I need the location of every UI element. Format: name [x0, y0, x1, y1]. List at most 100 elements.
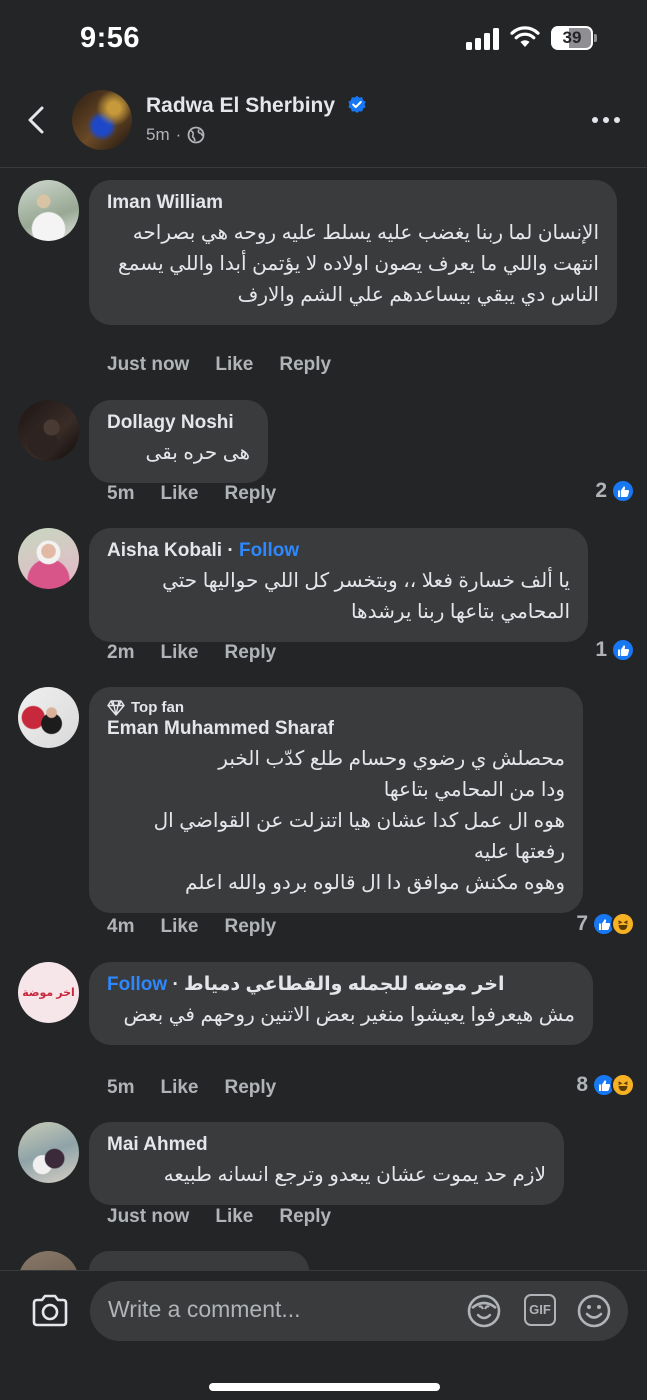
status-bar: 9:56 39 — [0, 0, 647, 80]
like-reaction-icon — [611, 638, 635, 662]
top-fan-badge: Top fan — [107, 699, 565, 716]
author-avatar[interactable] — [72, 90, 132, 150]
like-button[interactable]: Like — [160, 1077, 198, 1099]
comment-bubble: Dollagy Noshi هى حره بقى — [89, 400, 268, 483]
comment-text: الإنسان لما ربنا يغضب عليه يسلط عليه روح… — [118, 222, 599, 306]
comment-text: هى حره بقى — [145, 442, 250, 464]
commenter-avatar[interactable] — [18, 1122, 79, 1183]
like-button[interactable]: Like — [215, 1206, 253, 1228]
commenter-name[interactable]: Iman William — [107, 192, 599, 214]
comment-actions: 5m Like Reply — [107, 483, 302, 505]
comment-bubble: Top fan Eman Muhammed Sharaf محصلش ي رضو… — [89, 687, 583, 913]
comment-reactions[interactable]: 8 — [576, 1073, 635, 1097]
post-meta: 5m · — [146, 125, 205, 145]
reaction-count: 7 — [576, 912, 588, 935]
like-button[interactable]: Like — [160, 483, 198, 505]
like-button[interactable]: Like — [160, 916, 198, 938]
comment-actions: 2m Like Reply — [107, 642, 302, 664]
comment-bubble: Aisha Kobali · Follow يا ألف خسارة فعلا … — [89, 528, 588, 642]
comment-text: يا ألف خسارة فعلا ،، وبتخسر كل اللي حوال… — [162, 570, 570, 623]
commenter-name-text[interactable]: اخر موضه للجمله والقطاعي دمياط — [184, 974, 504, 995]
comment-time: 4m — [107, 916, 135, 937]
reaction-count: 8 — [576, 1073, 588, 1096]
chevron-left-icon[interactable] — [22, 100, 52, 140]
comment-time: 5m — [107, 483, 135, 504]
comment-text-line: محصلش ي رضوي وحسام طلع كدّب الخبر — [218, 748, 565, 770]
gif-button[interactable]: GIF — [524, 1294, 556, 1326]
comment-text: محصلش ي رضوي وحسام طلع كدّب الخبر ودا من… — [107, 744, 565, 899]
reply-button[interactable]: Reply — [225, 1077, 277, 1099]
comment-reactions[interactable]: 7 — [576, 912, 635, 936]
wifi-icon — [510, 26, 540, 47]
commenter-name[interactable]: Eman Muhammed Sharaf — [107, 718, 565, 740]
top-fan-label: Top fan — [131, 699, 185, 716]
reply-button[interactable]: Reply — [225, 916, 277, 938]
avatar-sticker-icon[interactable] — [466, 1293, 502, 1329]
comments-list: Iman William الإنسان لما ربنا يغضب عليه … — [0, 168, 647, 1270]
haha-reaction-icon — [611, 912, 635, 936]
comment-text-line: وهوه مكنش موافق دا ال قالوه بردو والله ا… — [185, 872, 565, 894]
reply-button[interactable]: Reply — [225, 483, 277, 505]
comment-text-line: هوه ال عمل كدا عشان هيا اتنزلت عن القواض… — [153, 810, 565, 863]
screen: 9:56 39 Radwa El Sherbiny 5m · Iman Will… — [0, 0, 647, 1400]
comment-actions: 4m Like Reply — [107, 916, 302, 938]
comment-text: مش هيعرفوا يعيشوا منغير بعض الاتنين روحه… — [123, 1004, 575, 1026]
battery-icon: 39 — [551, 26, 597, 50]
post-header: Radwa El Sherbiny 5m · — [0, 80, 647, 168]
commenter-avatar[interactable] — [18, 528, 79, 589]
verified-badge-icon — [348, 95, 366, 113]
cellular-signal-icon — [466, 28, 500, 50]
reply-button[interactable]: Reply — [225, 642, 277, 664]
meta-separator: · — [175, 125, 182, 144]
reply-button[interactable]: Reply — [279, 1206, 331, 1228]
post-time: 5m — [146, 125, 170, 144]
comment-composer: Write a comment... GIF — [0, 1270, 647, 1400]
comment-time: 5m — [107, 1077, 135, 1098]
reaction-count: 2 — [595, 479, 607, 502]
comment-reactions[interactable]: 1 — [595, 638, 635, 662]
comment-bubble: Follow · اخر موضه للجمله والقطاعي دمياط … — [89, 962, 593, 1045]
diamond-icon — [107, 699, 125, 716]
commenter-avatar[interactable]: اخر موضة — [18, 962, 79, 1023]
comment-text-line: ودا من المحامي بتاعها — [383, 779, 565, 801]
comment-actions: 5m Like Reply — [107, 1077, 302, 1099]
comment-bubble: Iman William الإنسان لما ربنا يغضب عليه … — [89, 180, 617, 325]
reaction-count: 1 — [595, 638, 607, 661]
like-reaction-icon — [611, 479, 635, 503]
avatar-logo-text: اخر موضة — [22, 986, 75, 999]
commenter-avatar[interactable] — [18, 1251, 79, 1270]
comment-time: Just now — [107, 1206, 190, 1227]
status-time: 9:56 — [80, 22, 141, 54]
battery-level: 39 — [562, 28, 582, 47]
follow-button[interactable]: Follow — [107, 974, 167, 995]
like-button[interactable]: Like — [215, 354, 253, 376]
camera-icon[interactable] — [30, 1293, 70, 1329]
comment-time: Just now — [107, 354, 190, 375]
globe-icon — [187, 126, 205, 144]
author-name-text[interactable]: Radwa El Sherbiny — [146, 94, 335, 117]
comment-time: 2m — [107, 642, 135, 663]
commenter-name[interactable]: Mai Ahmed — [107, 1134, 546, 1156]
comment-text: لازم حد يموت عشان يبعدو وترجع انسانه طبي… — [163, 1164, 546, 1186]
commenter-avatar[interactable] — [18, 687, 79, 748]
comment-actions: Just now Like Reply — [107, 354, 357, 376]
follow-button[interactable]: Follow — [239, 540, 299, 561]
commenter-name: Follow · اخر موضه للجمله والقطاعي دمياط — [107, 974, 505, 995]
comment-input-placeholder[interactable]: Write a comment... — [108, 1296, 301, 1323]
emoji-icon[interactable] — [576, 1293, 612, 1329]
commenter-avatar[interactable] — [18, 180, 79, 241]
commenter-name[interactable]: Dollagy Noshi — [107, 412, 250, 434]
like-button[interactable]: Like — [160, 642, 198, 664]
commenter-avatar[interactable] — [18, 400, 79, 461]
haha-reaction-icon — [611, 1073, 635, 1097]
comment-reactions[interactable]: 2 — [595, 479, 635, 503]
home-indicator — [209, 1383, 440, 1391]
commenter-name-text[interactable]: Aisha Kobali — [107, 540, 222, 561]
reply-button[interactable]: Reply — [279, 354, 331, 376]
more-icon[interactable] — [592, 108, 628, 132]
commenter-name: Aisha Kobali · Follow — [107, 540, 300, 561]
author-name[interactable]: Radwa El Sherbiny — [146, 94, 367, 118]
comment-actions: Just now Like Reply — [107, 1206, 357, 1228]
comment-bubble — [89, 1251, 309, 1270]
comment-bubble: Mai Ahmed لازم حد يموت عشان يبعدو وترجع … — [89, 1122, 564, 1205]
